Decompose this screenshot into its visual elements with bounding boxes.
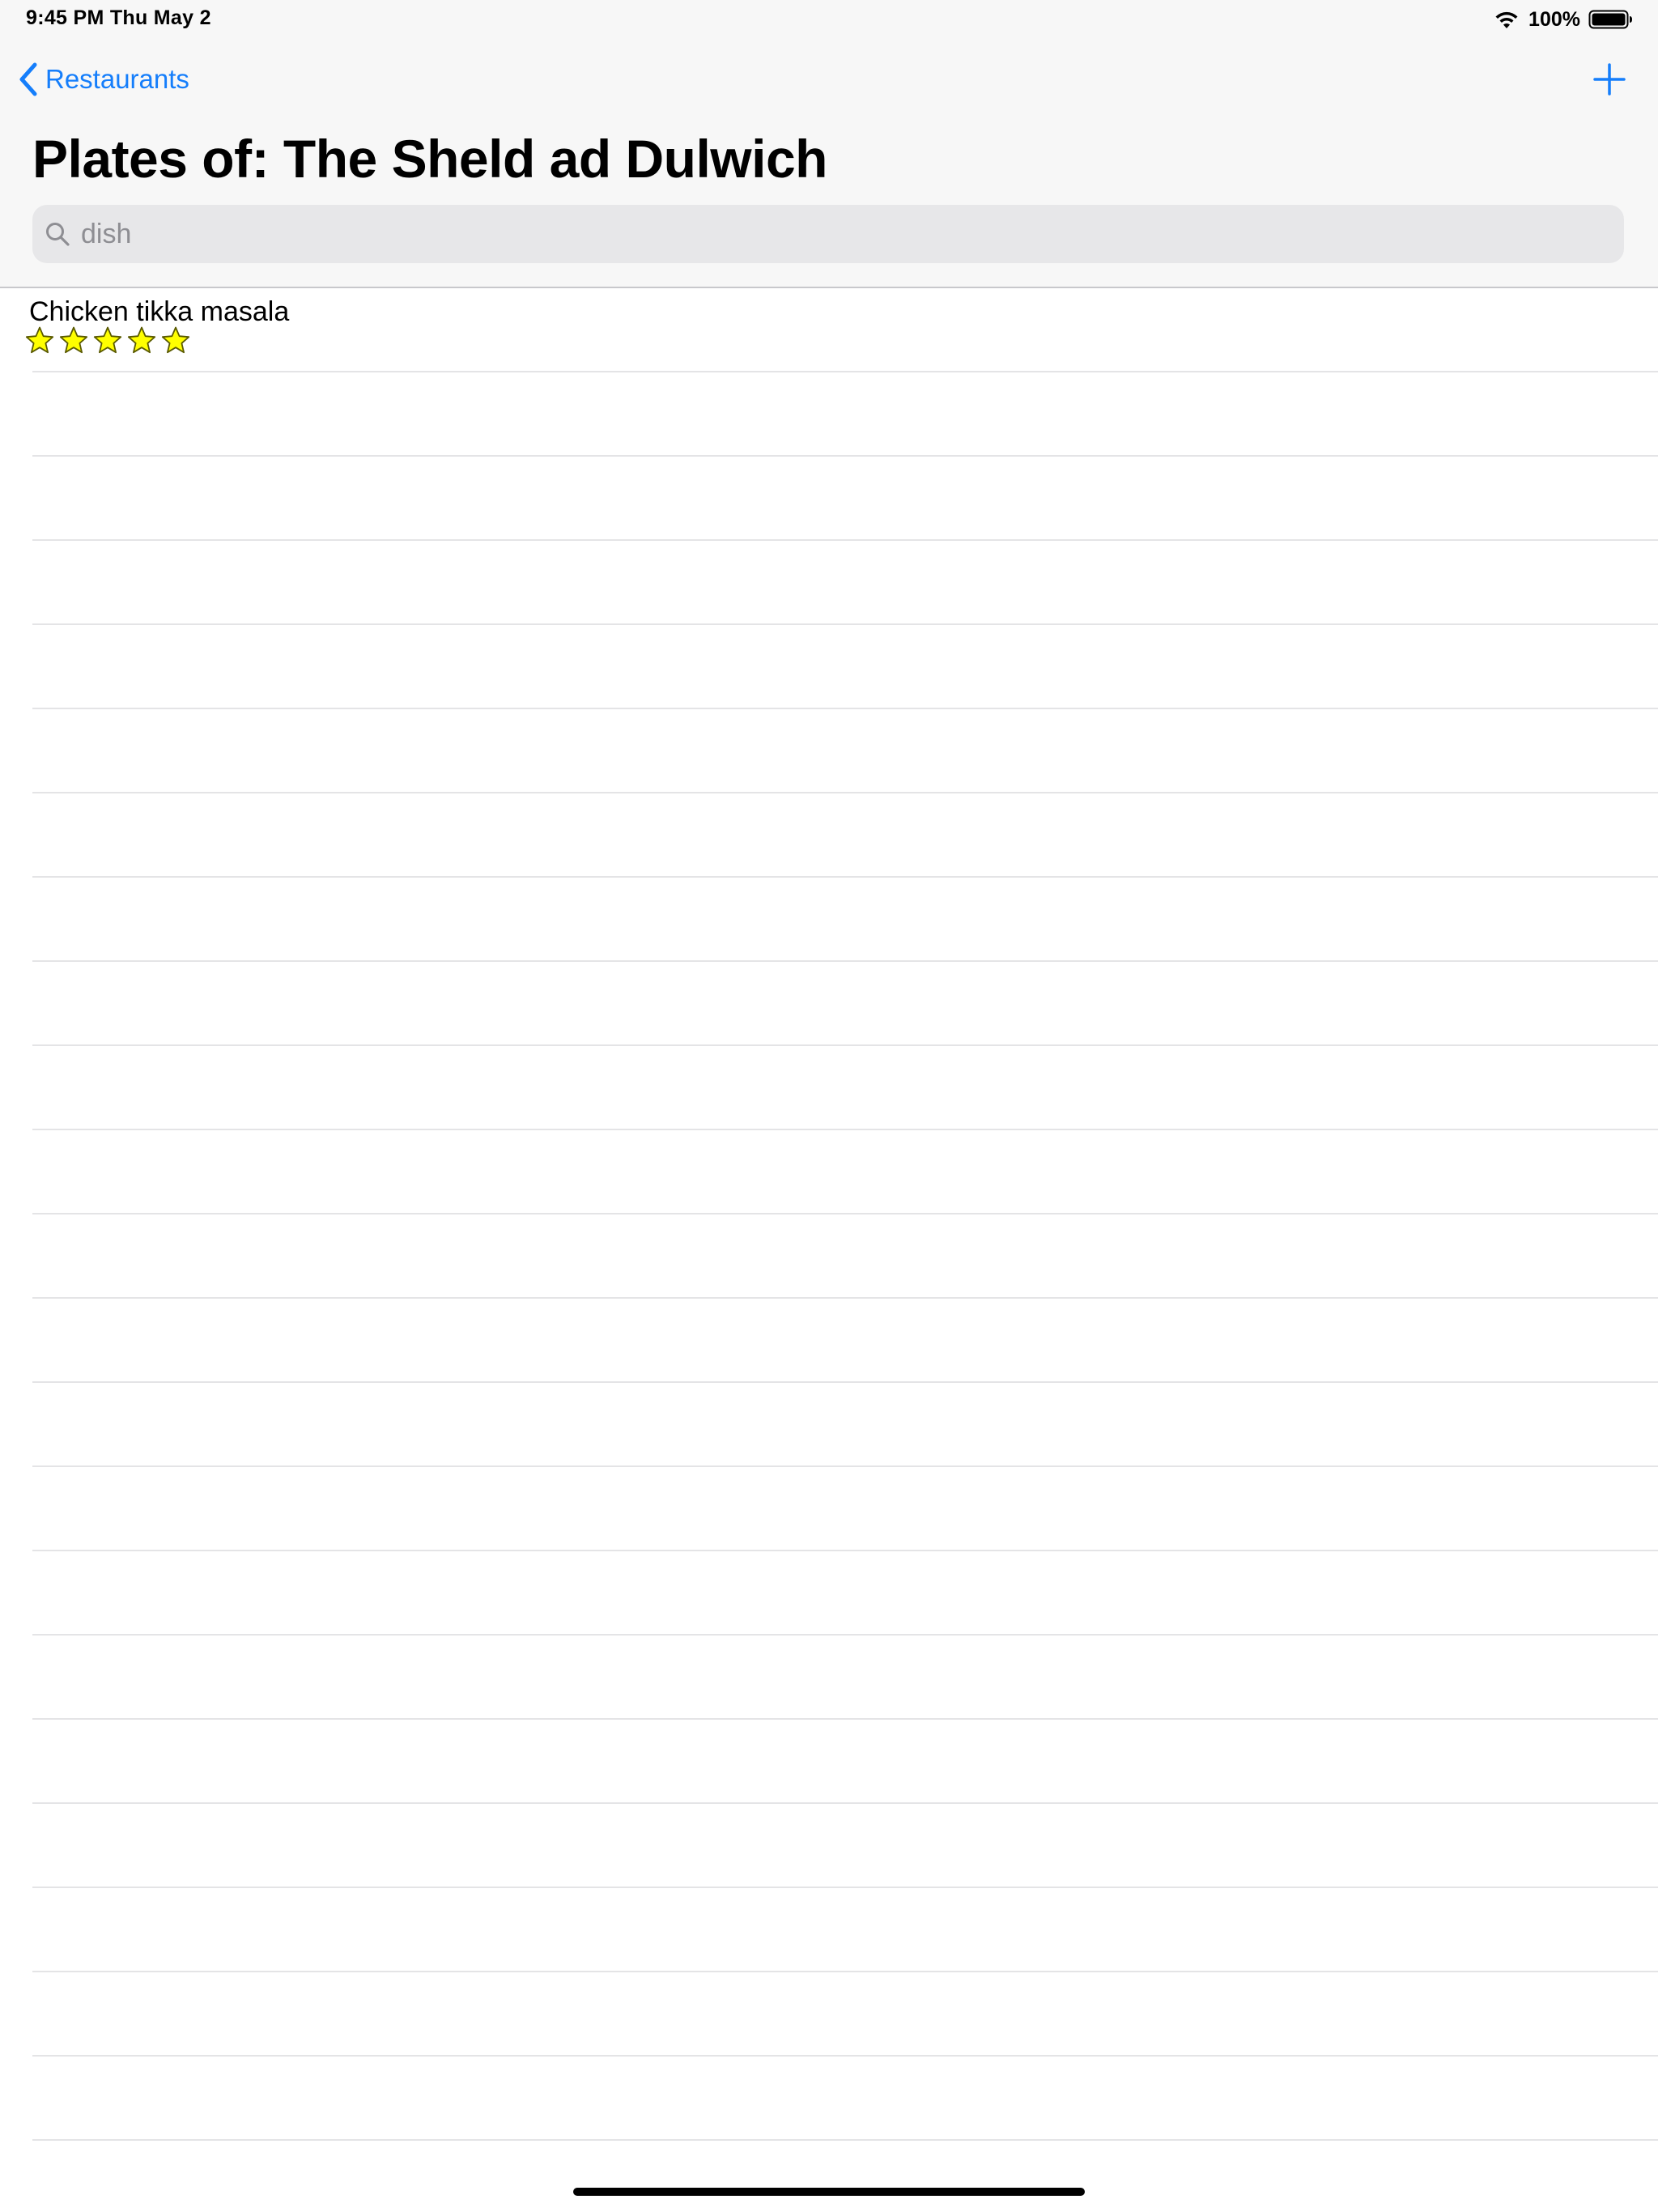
battery-icon	[1588, 10, 1632, 29]
empty-row	[32, 1299, 1658, 1383]
empty-row	[32, 1551, 1658, 1636]
wifi-icon	[1495, 11, 1518, 28]
status-time: 9:45 PM Thu May 2	[26, 6, 211, 29]
star-icon	[59, 326, 88, 354]
plus-icon	[1593, 63, 1626, 96]
plates-list: Chicken tikka masala	[0, 288, 1658, 2141]
plate-name: Chicken tikka masala	[29, 296, 290, 327]
search-input[interactable]	[81, 210, 1603, 258]
empty-row	[32, 878, 1658, 962]
navigation-header: 9:45 PM Thu May 2 100% Restaurants Plate…	[0, 0, 1658, 288]
empty-row	[32, 372, 1658, 457]
star-icon	[161, 326, 190, 354]
back-button-label: Restaurants	[45, 64, 189, 94]
empty-row	[32, 1130, 1658, 1214]
empty-row	[32, 1467, 1658, 1551]
plate-rating	[24, 325, 191, 356]
chevron-left-icon	[19, 62, 37, 96]
empty-row	[32, 625, 1658, 709]
empty-row	[32, 1046, 1658, 1130]
empty-row	[32, 709, 1658, 793]
empty-row	[32, 457, 1658, 541]
back-button[interactable]: Restaurants	[18, 58, 189, 100]
status-bar: 9:45 PM Thu May 2 100%	[0, 0, 1658, 39]
search-icon	[46, 223, 70, 246]
star-icon	[25, 326, 54, 354]
empty-row	[32, 962, 1658, 1046]
empty-row	[32, 1214, 1658, 1299]
status-indicators: 100%	[1493, 5, 1634, 34]
empty-row	[32, 1636, 1658, 1720]
empty-row	[32, 1804, 1658, 1888]
plate-row[interactable]: Chicken tikka masala	[25, 288, 1658, 372]
empty-row	[32, 1888, 1658, 1972]
empty-row	[32, 1972, 1658, 2057]
empty-row	[32, 1383, 1658, 1467]
star-icon	[127, 326, 156, 354]
star-icon	[93, 326, 122, 354]
page-title: Plates of: The Sheld ad Dulwich	[32, 129, 827, 189]
empty-row	[32, 793, 1658, 878]
empty-row	[32, 541, 1658, 625]
empty-row	[32, 2057, 1658, 2141]
search-bar[interactable]	[32, 205, 1624, 263]
home-indicator[interactable]	[573, 2188, 1085, 2196]
battery-percentage: 100%	[1528, 7, 1580, 31]
add-plate-button[interactable]	[1592, 62, 1627, 97]
empty-row	[32, 1720, 1658, 1804]
